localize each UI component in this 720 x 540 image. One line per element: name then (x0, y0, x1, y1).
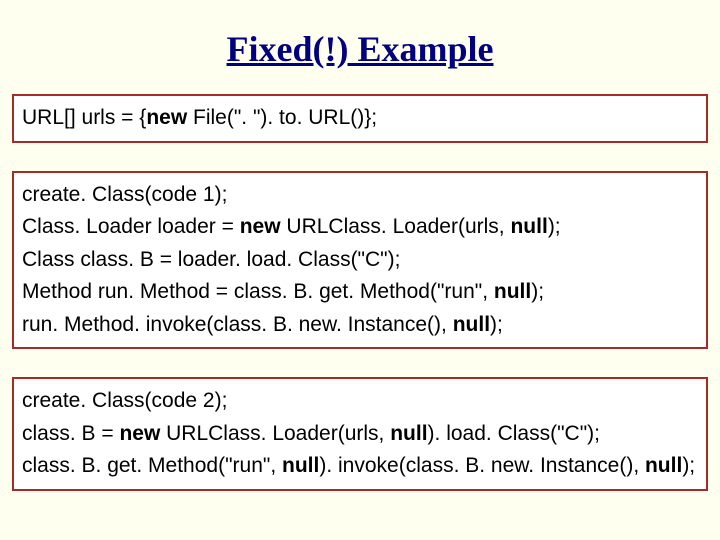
code-text: ); (682, 454, 701, 477)
code-line: class. B. get. Method("run", null). invo… (22, 450, 698, 483)
code-line: Class class. B = loader. load. Class("C"… (22, 244, 698, 277)
code-line: class. B = new URLClass. Loader(urls, nu… (22, 418, 698, 451)
code-text: class. B. get. Method("run", (22, 454, 282, 477)
slide-title: Fixed(!) Example (6, 28, 714, 70)
code-text: class. B = (22, 422, 119, 445)
code-text: URL[] urls = { (22, 106, 146, 129)
code-keyword: new (240, 215, 281, 238)
code-keyword: null (645, 454, 682, 477)
code-line: Class. Loader loader = new URLClass. Loa… (22, 211, 698, 244)
code-keyword: null (282, 454, 319, 477)
code-text: Class class. B = loader. load. Class("C"… (22, 248, 406, 271)
code-text: ); (531, 280, 550, 303)
code-block: URL[] urls = {new File(". "). to. URL()}… (12, 94, 708, 143)
code-text: Method run. Method = class. B. get. Meth… (22, 280, 494, 303)
code-keyword: null (390, 422, 427, 445)
code-blocks-container: URL[] urls = {new File(". "). to. URL()}… (6, 94, 714, 491)
code-line: create. Class(code 1); (22, 179, 698, 212)
code-text: URLClass. Loader(urls, (160, 422, 390, 445)
code-line: run. Method. invoke(class. B. new. Insta… (22, 309, 698, 342)
code-text: File(". "). to. URL()}; (187, 106, 383, 129)
code-text: ). invoke(class. B. new. Instance(), (319, 454, 645, 477)
slide: Fixed(!) Example URL[] urls = {new File(… (0, 0, 720, 540)
code-text: URLClass. Loader(urls, (281, 215, 511, 238)
code-text: create. Class(code 1); (22, 183, 233, 206)
code-block: create. Class(code 2); class. B = new UR… (12, 377, 708, 491)
code-keyword: null (510, 215, 547, 238)
code-keyword: new (119, 422, 160, 445)
code-keyword: null (494, 280, 531, 303)
code-line: URL[] urls = {new File(". "). to. URL()}… (22, 102, 698, 135)
code-line: Method run. Method = class. B. get. Meth… (22, 276, 698, 309)
code-line: create. Class(code 2); (22, 385, 698, 418)
code-text: run. Method. invoke(class. B. new. Insta… (22, 313, 453, 336)
code-text: create. Class(code 2); (22, 389, 233, 412)
code-block: create. Class(code 1); Class. Loader loa… (12, 171, 708, 350)
code-text: ); (548, 215, 567, 238)
code-keyword: null (453, 313, 490, 336)
code-text: ). load. Class("C"); (428, 422, 606, 445)
code-keyword: new (146, 106, 187, 129)
code-text: ); (490, 313, 509, 336)
code-text: Class. Loader loader = (22, 215, 240, 238)
